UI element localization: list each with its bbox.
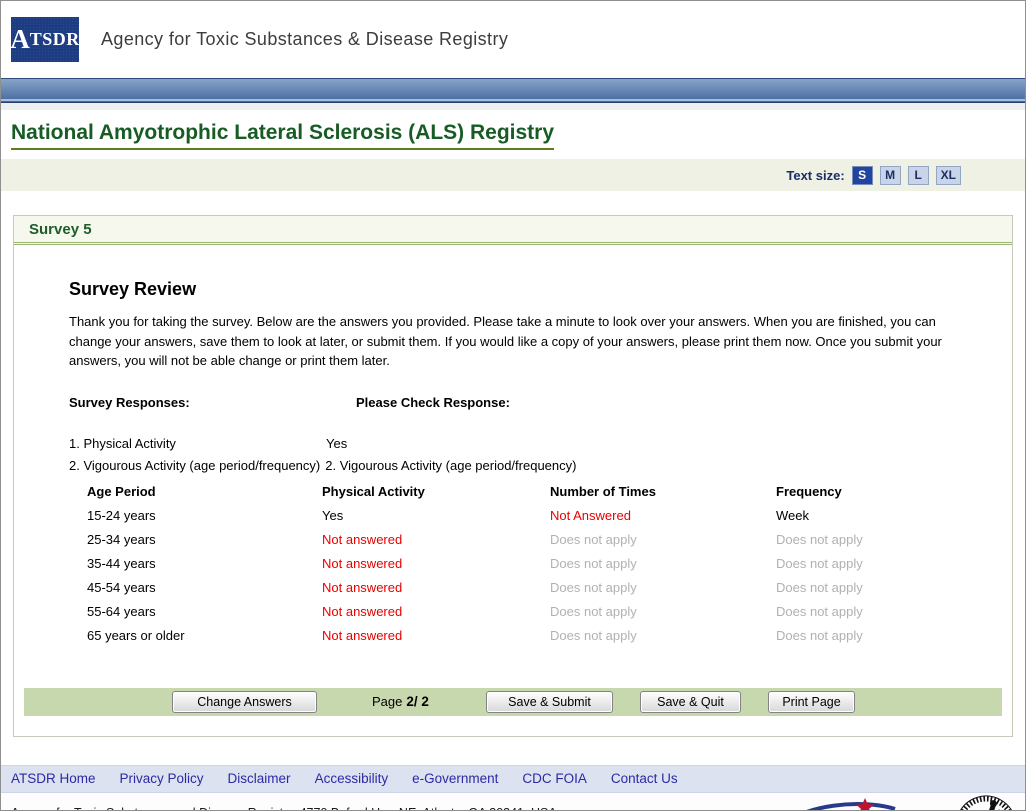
responses-section-headers: Survey Responses: Please Check Response: [69, 395, 967, 410]
question-1-label: 1. Physical Activity [69, 435, 176, 451]
survey-intro-text: Thank you for taking the survey. Below a… [69, 314, 942, 368]
save-quit-button[interactable]: Save & Quit [640, 690, 741, 713]
column-header-1: Physical Activity [322, 483, 425, 499]
footer-link-accessibility[interactable]: Accessibility [315, 771, 389, 786]
main-content: Survey 5 Survey Review Thank you for tak… [1, 191, 1025, 751]
usagov-logo[interactable]: USA .gov Government Made Easy [767, 797, 939, 810]
footer-link-disclaimer[interactable]: Disclaimer [228, 771, 291, 786]
footer-link-privacy-policy[interactable]: Privacy Policy [120, 771, 204, 786]
question-1-answer: Yes [326, 435, 348, 451]
table-cell: Does not apply [550, 627, 637, 643]
check-response-header: Please Check Response: [356, 394, 510, 410]
survey-review-section: Survey Review Thank you for taking the s… [14, 245, 1012, 648]
table-row: 55-64 years Not answered Does not apply Doe… [87, 600, 987, 624]
table-cell: 55-64 years [87, 603, 156, 619]
survey-panel-title: Survey 5 [14, 216, 1012, 245]
column-header-3: Frequency [776, 483, 842, 499]
table-row: 15-24 years Yes Not Answered Week [87, 504, 987, 528]
page: A TSDR Agency for Toxic Substances & Dise… [0, 0, 1026, 811]
table-cell: Not Answered [550, 507, 631, 523]
table-cell: Does not apply [776, 555, 863, 571]
print-page-button[interactable]: Print Page [768, 690, 855, 713]
header-divider-bar [1, 78, 1025, 103]
column-header-0: Age Period [87, 483, 156, 499]
table-cell: Not answered [322, 579, 403, 595]
header-gray-strip [1, 103, 1025, 110]
atsdr-logo-letter: A [10, 24, 30, 54]
table-cell: Does not apply [550, 579, 637, 595]
text-size-label: Text size: [786, 167, 845, 183]
text-size-xl-button[interactable]: XL [935, 165, 961, 185]
table-cell: Yes [322, 507, 344, 523]
question-2-row: 2. Vigourous Activity (age period/freque… [69, 458, 967, 473]
table-cell: Does not apply [550, 555, 637, 571]
text-size-buttons: S M L XL [851, 165, 961, 185]
table-cell: Does not apply [776, 579, 863, 595]
survey-panel: Survey 5 Survey Review Thank you for tak… [13, 215, 1013, 737]
responses-table-header-row: Age Period Physical Activity Number of Tim… [87, 480, 987, 504]
table-row: 35-44 years Not answered Does not apply Doe… [87, 552, 987, 576]
table-cell: Not answered [322, 603, 403, 619]
footer-info: Agency for Toxic Substances and Disease … [1, 792, 1025, 810]
agency-name: Agency for Toxic Substances & Disease Re… [101, 29, 509, 49]
table-cell: 35-44 years [87, 555, 156, 571]
text-size-s-button[interactable]: S [851, 165, 873, 185]
page-title: National Amyotrophic Lateral Sclerosis (… [11, 121, 555, 150]
atsdr-logo[interactable]: A TSDR [10, 17, 80, 62]
site-header: A TSDR Agency for Toxic Substances & Dise… [1, 1, 1025, 78]
table-cell: Not answered [322, 531, 403, 547]
table-cell: Does not apply [550, 531, 637, 547]
question-2-check: 2. Vigourous Activity (age period/freque… [325, 457, 577, 473]
text-size-toolbar: Text size: S M L XL [1, 159, 1025, 191]
table-cell: 15-24 years [87, 507, 156, 523]
question-1-row: 1. Physical Activity Yes [69, 436, 967, 451]
table-cell: Not answered [322, 627, 403, 643]
table-cell: 65 years or older [87, 627, 185, 643]
page-value: 2/ 2 [406, 694, 429, 709]
table-row: 25-34 years Not answered Does not apply Doe… [87, 528, 987, 552]
column-header-2: Number of Times [550, 483, 656, 499]
survey-responses-header: Survey Responses: [69, 394, 190, 410]
footer-link-e-government[interactable]: e-Government [412, 771, 498, 786]
responses-table-body: 15-24 years Yes Not Answered Week 25-34 year… [87, 504, 987, 648]
footer-link-contact-us[interactable]: Contact Us [611, 771, 678, 786]
action-bar: Change Answers Page 2/ 2 Save & Submit Sa… [24, 687, 1002, 716]
atsdr-logo-letters: TSDR [29, 29, 80, 49]
question-2-label: 2. Vigourous Activity (age period/freque… [69, 457, 321, 473]
page-label: Page [372, 694, 403, 709]
text-size-m-button[interactable]: M [879, 165, 901, 185]
responses-table: Age Period Physical Activity Number of Tim… [87, 480, 987, 648]
hhs-seal-icon[interactable] [953, 793, 1019, 810]
table-row: 45-54 years Not answered Does not apply Doe… [87, 576, 987, 600]
footer-link-atsdr-home[interactable]: ATSDR Home [11, 771, 96, 786]
table-cell: 25-34 years [87, 531, 156, 547]
footer-link-cdc-foia[interactable]: CDC FOIA [522, 771, 587, 786]
table-cell: Does not apply [776, 603, 863, 619]
table-cell: 45-54 years [87, 579, 156, 595]
table-cell: Not answered [322, 555, 403, 571]
table-cell: Does not apply [550, 603, 637, 619]
footer-nav: ATSDR Home Privacy Policy Disclaimer Access… [1, 764, 1025, 793]
change-answers-button[interactable]: Change Answers [172, 690, 317, 713]
table-row: 65 years or older Not answered Does not ap… [87, 624, 987, 648]
table-cell: Does not apply [776, 627, 863, 643]
survey-review-heading: Survey Review [69, 279, 197, 299]
save-submit-button[interactable]: Save & Submit [486, 690, 613, 713]
table-cell: Week [776, 507, 809, 523]
page-indicator: Page 2/ 2 [372, 694, 438, 709]
table-cell: Does not apply [776, 531, 863, 547]
text-size-l-button[interactable]: L [907, 165, 929, 185]
